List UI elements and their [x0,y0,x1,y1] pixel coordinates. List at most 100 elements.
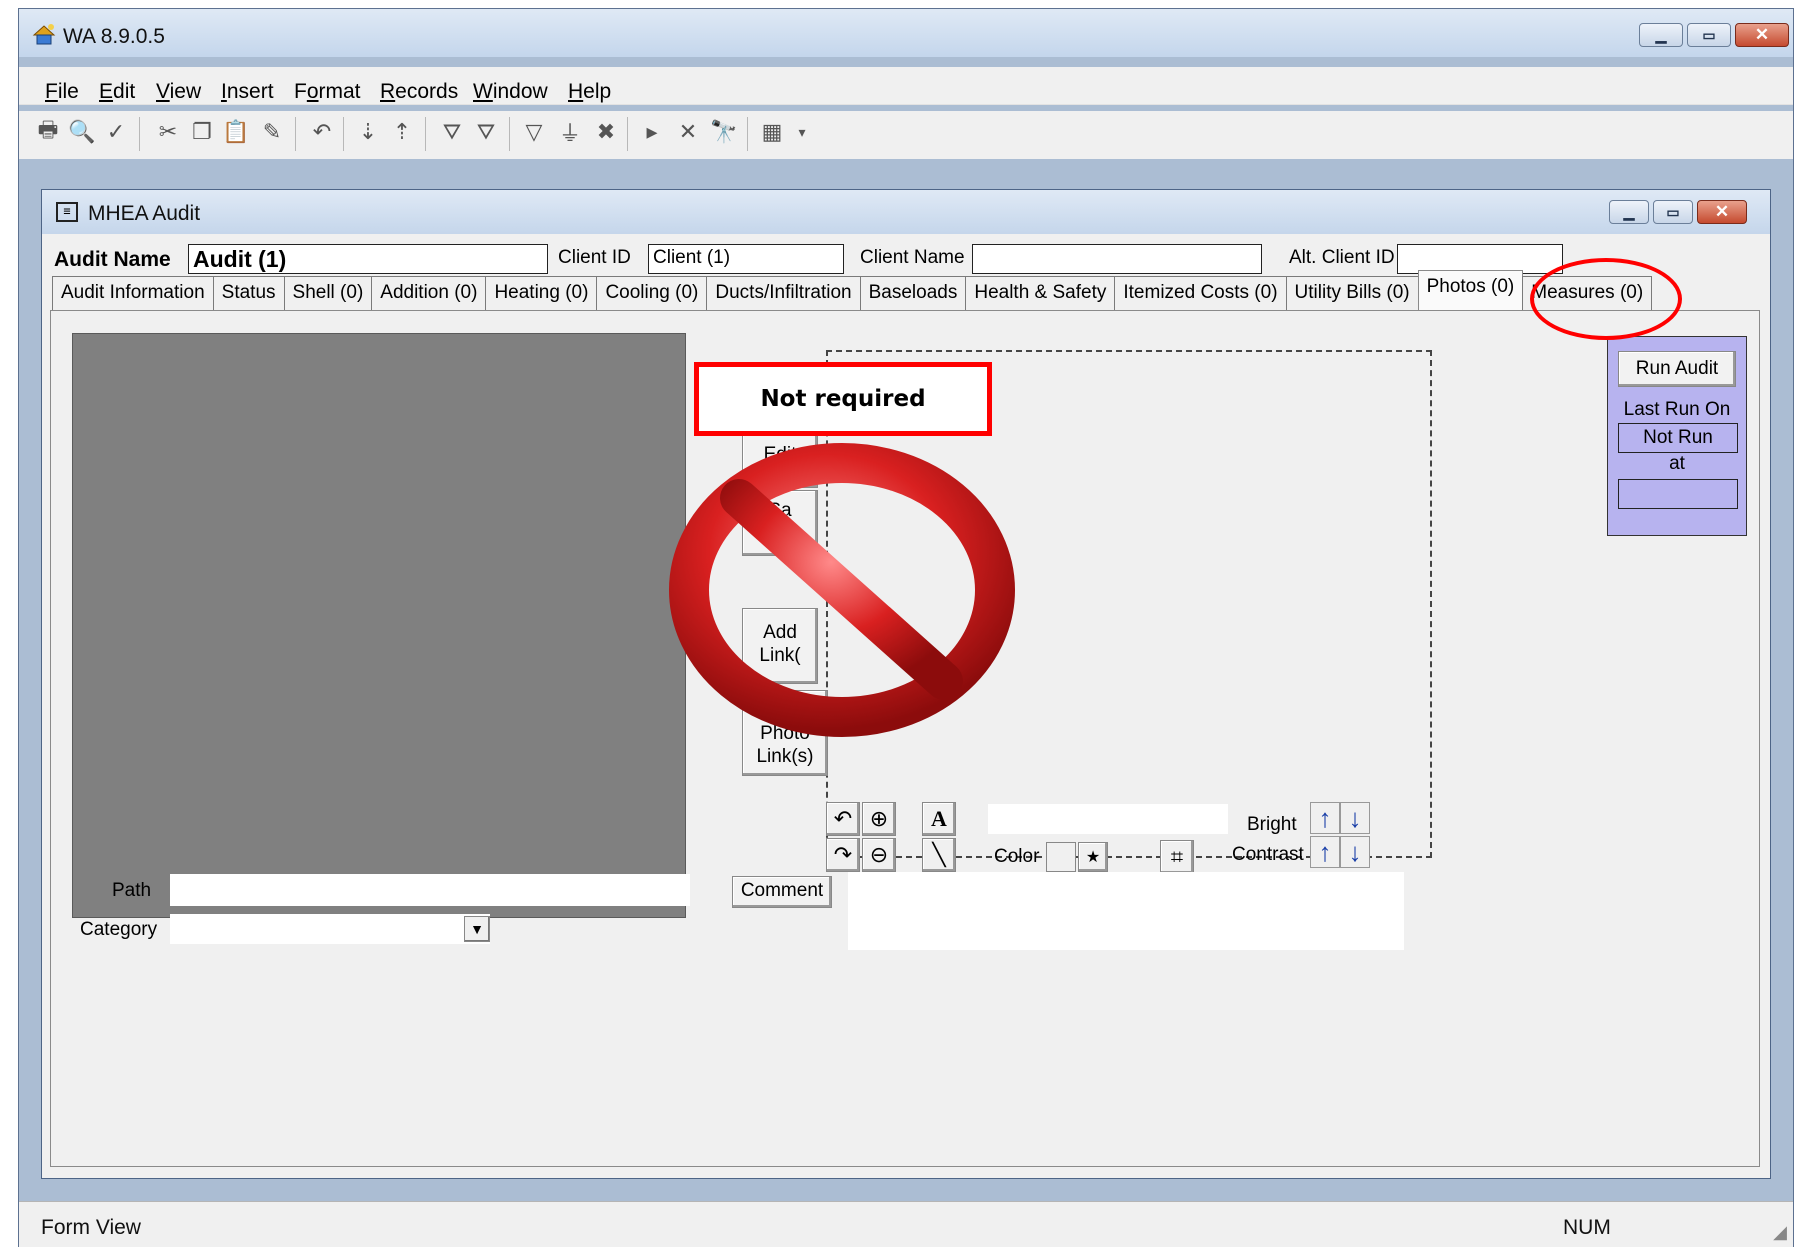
photo-viewer[interactable] [72,333,686,918]
child-close-button[interactable]: ✕ [1697,200,1747,224]
category-dropdown-button[interactable]: ▼ [464,916,490,942]
toolbar-options-icon[interactable]: ▾ [787,117,817,147]
app-title: WA 8.9.0.5 [63,25,165,48]
toolbar: 🖶 🔍 ✓ ✂ ❐ 📋 ✎ ↶ ⇣ ⇡ ⛛ ⛛ ▽ ⏚ ✖ ▸ ✕ 🔭 ▦ ▾ [19,111,1793,159]
menu-window[interactable]: Window [473,80,548,104]
zoom-in-icon: ⊕ [869,806,889,831]
status-num-indicator: NUM [1563,1216,1611,1239]
filter-by-selection-icon[interactable]: ⛛ [437,117,467,147]
toolbar-separator [295,117,296,151]
tab-ducts-infiltration[interactable]: Ducts/Infiltration [706,276,861,310]
child-minimize-button[interactable]: ▁ [1609,200,1649,224]
zoom-in-button[interactable]: ⊕ [862,802,896,836]
tab-cooling[interactable]: Cooling (0) [596,276,708,310]
advanced-filter-icon[interactable]: ⏚ [555,117,585,147]
color-picker-button[interactable]: ★ [1078,842,1108,872]
path-field[interactable] [170,874,690,906]
toolbar-separator [343,117,344,151]
prohibition-icon [669,443,1015,737]
sort-descending-icon[interactable]: ⇡ [387,117,417,147]
spelling-icon[interactable]: ✓ [101,117,131,147]
close-button[interactable]: ✕ [1735,23,1789,47]
tab-utility-bills[interactable]: Utility Bills (0) [1285,276,1419,310]
tab-audit-information[interactable]: Audit Information [52,276,214,310]
client-name-field[interactable] [972,244,1262,274]
tab-addition[interactable]: Addition (0) [371,276,487,310]
comment-field[interactable] [848,872,1404,950]
client-name-label: Client Name [860,247,965,268]
app-titlebar[interactable]: WA 8.9.0.5 ▁ ▭ ✕ [19,9,1793,57]
toolbar-separator [627,117,628,151]
zoom-out-button[interactable]: ⊖ [862,838,896,872]
tab-strip: Audit Information Status Shell (0) Addit… [52,270,1653,310]
toolbar-separator [509,117,510,151]
delete-button-line-3: Link(s) [756,746,814,767]
comment-button-label: Comment [740,880,824,901]
rotate-right-button[interactable]: ↷ [826,838,860,872]
rotate-left-icon: ↶ [833,806,853,831]
star-icon: ★ [1085,849,1101,866]
menu-insert[interactable]: Insert [221,80,274,104]
tab-baseloads[interactable]: Baseloads [859,276,967,310]
color-label: Color [994,846,1040,867]
rotate-left-button[interactable]: ↶ [826,802,860,836]
line-tool-icon: ╲ [932,842,946,867]
menu-help[interactable]: Help [568,80,611,104]
delete-record-icon[interactable]: ✕ [673,117,703,147]
audit-name-field[interactable]: Audit (1) [188,244,548,274]
remove-filter-icon[interactable]: ✖ [591,117,621,147]
tab-itemized-costs[interactable]: Itemized Costs (0) [1114,276,1287,310]
format-painter-icon[interactable]: ✎ [257,117,287,147]
contrast-up-button[interactable]: ↑ [1310,836,1340,868]
calculator-icon[interactable]: ▦ [757,117,787,147]
print-icon[interactable]: 🖶 [33,117,63,147]
menu-records[interactable]: Records [380,80,458,104]
tab-heating[interactable]: Heating (0) [485,276,598,310]
menu-view[interactable]: View [156,80,201,104]
find-icon[interactable]: 🔭 [709,117,739,147]
apply-filter-icon[interactable]: ▽ [519,117,549,147]
tab-shell[interactable]: Shell (0) [283,276,373,310]
client-id-label: Client ID [558,247,631,268]
text-tool-button[interactable]: A [922,802,956,836]
filter-by-form-icon[interactable]: ⛛ [471,117,501,147]
brightness-down-button[interactable]: ↓ [1340,802,1370,834]
cut-icon[interactable]: ✂ [153,117,183,147]
menu-file[interactable]: File [45,80,79,104]
crop-button[interactable]: ⌗ [1160,840,1194,874]
maximize-button[interactable]: ▭ [1687,23,1731,47]
tab-health-safety[interactable]: Health & Safety [965,276,1116,310]
copy-icon[interactable]: ❐ [187,117,217,147]
line-tool-button[interactable]: ╲ [922,838,956,872]
contrast-down-button[interactable]: ↓ [1340,836,1370,868]
resize-grip-icon[interactable]: ◢ [1773,1222,1787,1243]
print-preview-icon[interactable]: 🔍 [67,117,97,147]
callout-text: Not required [760,386,926,412]
new-record-icon[interactable]: ▸ [637,117,667,147]
child-titlebar[interactable]: ≡ MHEA Audit ▁ ▭ ✕ [42,190,1770,234]
audit-name-label: Audit Name [54,248,171,271]
child-maximize-button[interactable]: ▭ [1653,200,1693,224]
minimize-button[interactable]: ▁ [1639,23,1683,47]
annotation-text-input[interactable] [988,804,1228,834]
run-audit-button[interactable]: Run Audit [1618,351,1736,387]
undo-icon[interactable]: ↶ [307,117,337,147]
comment-button[interactable]: Comment [732,876,832,908]
crop-icon: ⌗ [1170,844,1184,869]
tab-status[interactable]: Status [212,276,285,310]
tab-photos[interactable]: Photos (0) [1417,270,1524,310]
category-select[interactable] [170,914,490,944]
menu-format[interactable]: Format [294,80,361,104]
photos-tab-highlight-circle [1530,258,1682,340]
sort-ascending-icon[interactable]: ⇣ [353,117,383,147]
category-label: Category [80,919,158,940]
menu-edit[interactable]: Edit [99,80,135,104]
paste-icon[interactable]: 📋 [221,117,251,147]
status-bar: Form View NUM ◢ [19,1201,1793,1247]
run-time-value [1618,479,1738,509]
color-swatch[interactable] [1046,842,1076,872]
zoom-out-icon: ⊖ [869,842,889,867]
client-id-field[interactable]: Client (1) [648,244,844,274]
brightness-up-button[interactable]: ↑ [1310,802,1340,834]
status-view-text: Form View [41,1216,141,1239]
